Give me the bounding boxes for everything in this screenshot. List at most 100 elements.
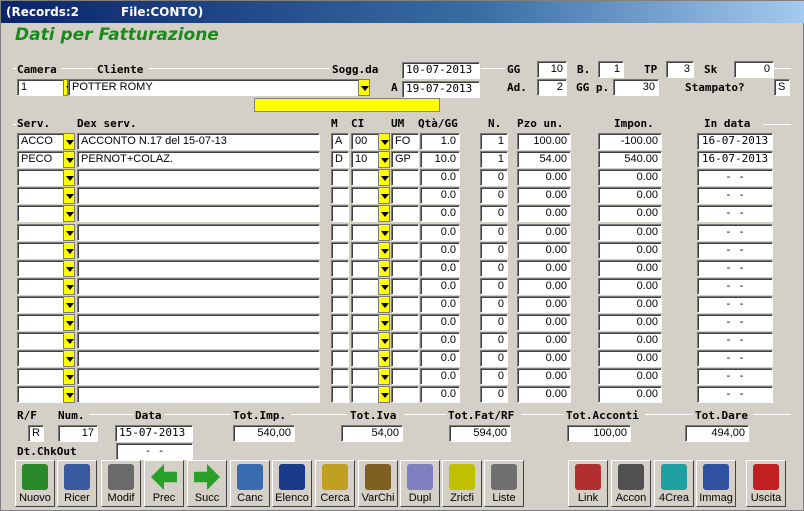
cell-indata[interactable]: - -: [697, 368, 773, 386]
cell-pzo[interactable]: 0.00: [517, 169, 571, 187]
toolbar-button-ricer[interactable]: Ricer: [57, 460, 97, 507]
totfat-field[interactable]: 594,00: [449, 425, 511, 442]
cell-indata[interactable]: - -: [697, 295, 773, 313]
cell-pzo[interactable]: 54.00: [517, 151, 571, 169]
cell-ci-dropdown[interactable]: [378, 151, 390, 169]
cell-serv[interactable]: [17, 241, 64, 259]
cell-pzo[interactable]: 0.00: [517, 223, 571, 241]
cell-ci-dropdown[interactable]: [378, 133, 390, 150]
cell-ci[interactable]: [351, 295, 379, 313]
cell-ci-dropdown[interactable]: [378, 295, 390, 313]
cell-impon[interactable]: 540.00: [598, 151, 662, 169]
cell-pzo[interactable]: 0.00: [517, 332, 571, 350]
cell-n[interactable]: 0: [480, 277, 508, 295]
totimp-field[interactable]: 540,00: [233, 425, 295, 442]
toolbar-button-zricfi[interactable]: Zricfi: [442, 460, 482, 507]
cell-pzo[interactable]: 0.00: [517, 314, 571, 331]
cell-indata[interactable]: - -: [697, 259, 773, 277]
cell-qta[interactable]: 0.0: [420, 223, 460, 241]
cell-serv[interactable]: [17, 187, 64, 205]
cell-n[interactable]: 0: [480, 332, 508, 350]
cell-serv-dropdown[interactable]: [63, 187, 75, 205]
cell-ci[interactable]: [351, 350, 379, 368]
cell-dex[interactable]: [77, 259, 320, 277]
cell-ci-dropdown[interactable]: [378, 241, 390, 259]
cell-qta[interactable]: 0.0: [420, 187, 460, 205]
cell-indata[interactable]: - -: [697, 314, 773, 331]
totacc-field[interactable]: 100,00: [567, 425, 631, 442]
cell-qta[interactable]: 0.0: [420, 277, 460, 295]
cell-qta[interactable]: 10.0: [420, 151, 460, 169]
cell-serv-dropdown[interactable]: [63, 350, 75, 368]
cell-um[interactable]: GP: [391, 151, 419, 169]
cell-serv-dropdown[interactable]: [63, 259, 75, 277]
toolbar-button-immag[interactable]: Immag: [696, 460, 736, 507]
cell-n[interactable]: 0: [480, 295, 508, 313]
cell-m[interactable]: [331, 368, 349, 386]
camera-field[interactable]: 1: [17, 79, 64, 96]
totdare-field[interactable]: 494,00: [685, 425, 749, 442]
cliente-dropdown[interactable]: [358, 79, 370, 96]
cell-indata[interactable]: - -: [697, 205, 773, 223]
ggp-field[interactable]: 30: [613, 79, 659, 96]
cell-ci-dropdown[interactable]: [378, 205, 390, 223]
totiva-field[interactable]: 54,00: [341, 425, 403, 442]
cell-n[interactable]: 0: [480, 259, 508, 277]
cell-pzo[interactable]: 100.00: [517, 133, 571, 150]
cell-serv[interactable]: [17, 314, 64, 331]
cell-pzo[interactable]: 0.00: [517, 259, 571, 277]
cell-ci[interactable]: [351, 277, 379, 295]
cell-um[interactable]: [391, 259, 419, 277]
cell-serv[interactable]: [17, 169, 64, 187]
cell-serv-dropdown[interactable]: [63, 295, 75, 313]
cell-impon[interactable]: 0.00: [598, 241, 662, 259]
cell-ci-dropdown[interactable]: [378, 314, 390, 331]
cell-ci-dropdown[interactable]: [378, 187, 390, 205]
toolbar-button-dupl[interactable]: Dupl: [400, 460, 440, 507]
cell-m[interactable]: [331, 241, 349, 259]
cell-n[interactable]: 0: [480, 350, 508, 368]
cell-serv-dropdown[interactable]: [63, 133, 75, 150]
cell-um[interactable]: [391, 277, 419, 295]
cell-pzo[interactable]: 0.00: [517, 205, 571, 223]
toolbar-button-4crea[interactable]: 4Crea: [654, 460, 694, 507]
stampato-field[interactable]: S: [774, 79, 790, 96]
cell-serv[interactable]: PECO: [17, 151, 64, 169]
cell-m[interactable]: [331, 259, 349, 277]
cell-pzo[interactable]: 0.00: [517, 277, 571, 295]
cell-ci-dropdown[interactable]: [378, 386, 390, 404]
cell-dex[interactable]: [77, 314, 320, 331]
toolbar-button-nuovo[interactable]: Nuovo: [15, 460, 55, 507]
cell-impon[interactable]: 0.00: [598, 187, 662, 205]
cell-serv[interactable]: [17, 205, 64, 223]
cell-serv[interactable]: [17, 386, 64, 404]
toolbar-button-cerca[interactable]: Cerca: [315, 460, 355, 507]
cell-um[interactable]: [391, 368, 419, 386]
cell-m[interactable]: [331, 223, 349, 241]
cell-um[interactable]: [391, 169, 419, 187]
cell-indata[interactable]: - -: [697, 332, 773, 350]
cell-indata[interactable]: - -: [697, 187, 773, 205]
cell-serv-dropdown[interactable]: [63, 151, 75, 169]
cell-ci-dropdown[interactable]: [378, 223, 390, 241]
cell-qta[interactable]: 0.0: [420, 241, 460, 259]
cell-impon[interactable]: 0.00: [598, 368, 662, 386]
cell-qta[interactable]: 0.0: [420, 259, 460, 277]
cell-dex[interactable]: PERNOT+COLAZ.: [77, 151, 320, 169]
cell-ci[interactable]: [351, 386, 379, 404]
cell-dex[interactable]: [77, 205, 320, 223]
cell-n[interactable]: 0: [480, 241, 508, 259]
cell-ci-dropdown[interactable]: [378, 277, 390, 295]
sogg-a-field[interactable]: 19-07-2013: [402, 81, 480, 98]
cell-serv-dropdown[interactable]: [63, 277, 75, 295]
cell-serv[interactable]: [17, 350, 64, 368]
cell-impon[interactable]: 0.00: [598, 314, 662, 331]
cell-um[interactable]: [391, 205, 419, 223]
sk-field[interactable]: 0: [734, 61, 774, 78]
cell-serv[interactable]: [17, 223, 64, 241]
cell-impon[interactable]: 0.00: [598, 350, 662, 368]
cell-um[interactable]: [391, 223, 419, 241]
cell-serv-dropdown[interactable]: [63, 169, 75, 187]
cell-ci-dropdown[interactable]: [378, 259, 390, 277]
cliente-field[interactable]: POTTER ROMY: [68, 79, 359, 96]
